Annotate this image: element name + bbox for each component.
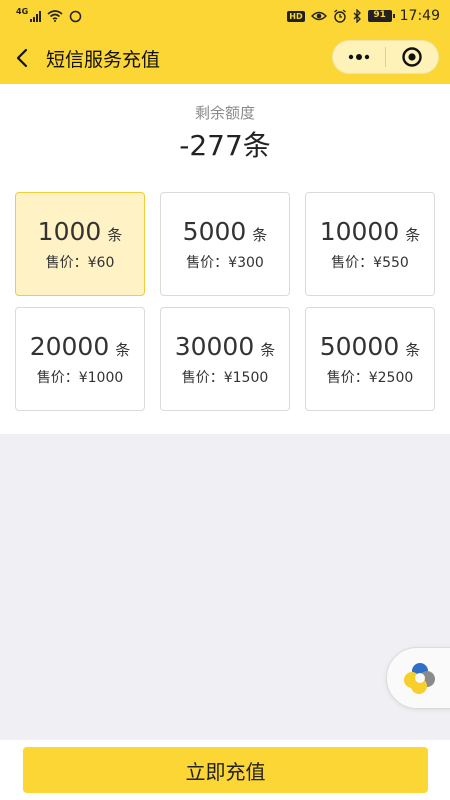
more-button[interactable] xyxy=(333,41,385,73)
status-bar: 4G HD 91 17:49 xyxy=(0,0,450,32)
package-amount: 10000 xyxy=(319,216,400,246)
more-dots-icon xyxy=(348,54,370,60)
status-right: HD 91 17:49 xyxy=(287,8,440,24)
package-amount: 50000 xyxy=(319,331,400,361)
package-unit: 条 xyxy=(405,340,421,359)
recharge-now-button[interactable]: 立即充值 xyxy=(23,747,428,793)
quota-label: 剩余额度 xyxy=(194,104,255,122)
package-amount-line: 5000 条 xyxy=(183,217,268,246)
package-unit: 条 xyxy=(252,225,268,244)
quota-value: -277条 xyxy=(179,129,271,162)
package-card[interactable]: 10000 条 售价：¥550 xyxy=(305,192,435,296)
bluetooth-icon xyxy=(353,9,361,23)
floating-assistant-button[interactable] xyxy=(386,647,450,709)
status-left: 4G xyxy=(16,6,82,23)
package-price: 售价：¥300 xyxy=(186,254,264,271)
assistant-logo-icon xyxy=(404,663,435,694)
package-price: 售价：¥60 xyxy=(45,254,115,271)
package-price: 售价：¥550 xyxy=(331,254,409,271)
package-unit: 条 xyxy=(115,340,131,359)
page-title: 短信服务充值 xyxy=(46,48,161,71)
nav-header: 短信服务充值 xyxy=(0,32,450,84)
package-unit: 条 xyxy=(107,225,123,244)
eye-icon xyxy=(310,11,327,21)
package-grid: 1000 条 售价：¥60 5000 条 售价：¥300 10000 条 售价：… xyxy=(15,192,435,411)
back-button[interactable] xyxy=(2,32,42,84)
package-amount: 1000 xyxy=(37,216,102,246)
package-amount: 20000 xyxy=(29,331,110,361)
package-card[interactable]: 30000 条 售价：¥1500 xyxy=(160,307,290,411)
alarm-icon xyxy=(333,9,346,23)
close-button[interactable] xyxy=(386,41,438,73)
clock: 17:49 xyxy=(399,8,440,24)
package-unit: 条 xyxy=(405,225,421,244)
package-amount: 30000 xyxy=(174,331,255,361)
package-price: 售价：¥1000 xyxy=(36,369,124,386)
hd-badge: HD xyxy=(287,10,305,22)
package-amount-line: 20000 条 xyxy=(30,332,131,361)
package-amount-line: 1000 条 xyxy=(38,217,123,246)
chevron-left-icon xyxy=(16,48,28,68)
signal-icon xyxy=(30,10,42,22)
package-price: 售价：¥1500 xyxy=(181,369,269,386)
network-type: 4G xyxy=(16,6,29,16)
mini-program-capsule xyxy=(332,40,439,74)
package-amount: 5000 xyxy=(182,216,247,246)
package-amount-line: 50000 条 xyxy=(320,332,421,361)
package-card[interactable]: 20000 条 售价：¥1000 xyxy=(15,307,145,411)
package-price: 售价：¥2500 xyxy=(326,369,414,386)
sync-ring-icon xyxy=(69,10,82,22)
recharge-panel: 剩余额度 -277条 1000 条 售价：¥60 5000 条 售价：¥300 … xyxy=(0,84,450,434)
package-card[interactable]: 50000 条 售价：¥2500 xyxy=(305,307,435,411)
package-amount-line: 10000 条 xyxy=(320,217,421,246)
package-amount-line: 30000 条 xyxy=(175,332,276,361)
battery-icon: 91 xyxy=(367,10,395,22)
package-card[interactable]: 5000 条 售价：¥300 xyxy=(160,192,290,296)
target-close-icon xyxy=(402,47,422,67)
package-unit: 条 xyxy=(260,340,276,359)
wifi-icon xyxy=(47,10,63,22)
package-card[interactable]: 1000 条 售价：¥60 xyxy=(15,192,145,296)
bottom-bar: 立即充值 xyxy=(0,740,450,800)
